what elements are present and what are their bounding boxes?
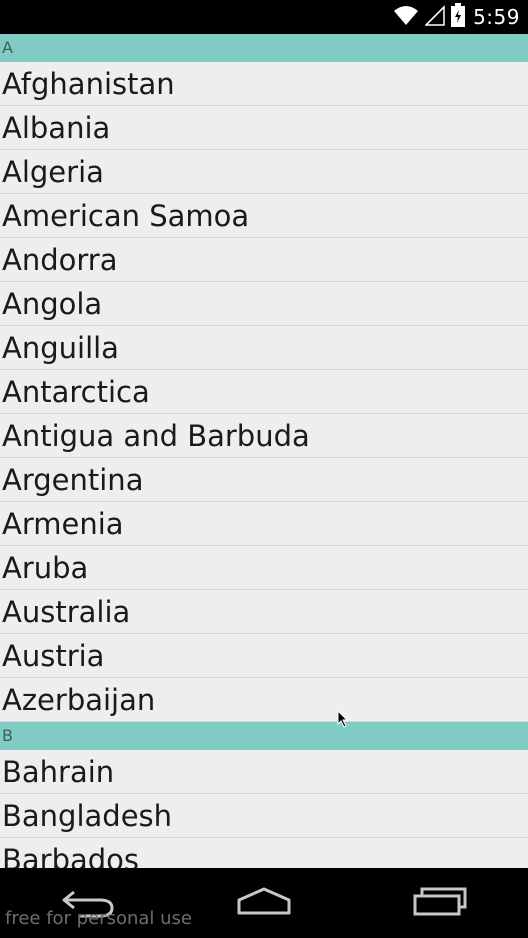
home-button[interactable] — [224, 878, 304, 928]
clock: 5:59 — [473, 5, 520, 29]
list-item[interactable]: Antarctica — [0, 370, 528, 414]
list-item[interactable]: Austria — [0, 634, 528, 678]
home-icon — [236, 886, 292, 920]
list-item[interactable]: Bahrain — [0, 750, 528, 794]
list-item[interactable]: Australia — [0, 590, 528, 634]
list-item[interactable]: Afghanistan — [0, 62, 528, 106]
list-item[interactable]: Albania — [0, 106, 528, 150]
list-item[interactable]: Argentina — [0, 458, 528, 502]
list-item[interactable]: Anguilla — [0, 326, 528, 370]
recents-icon — [412, 886, 468, 920]
recents-button[interactable] — [400, 878, 480, 928]
list-item[interactable]: Antigua and Barbuda — [0, 414, 528, 458]
list-item[interactable]: Barbados — [0, 838, 528, 868]
list-item[interactable]: Bangladesh — [0, 794, 528, 838]
battery-icon — [451, 3, 466, 31]
wifi-icon — [393, 4, 419, 30]
back-icon — [60, 884, 116, 922]
list-item[interactable]: Andorra — [0, 238, 528, 282]
signal-icon — [424, 4, 445, 30]
section-header: A — [0, 34, 528, 62]
list-item[interactable]: Armenia — [0, 502, 528, 546]
back-button[interactable] — [48, 878, 128, 928]
section-header: B — [0, 722, 528, 750]
navigation-bar — [0, 868, 528, 938]
list-item[interactable]: American Samoa — [0, 194, 528, 238]
country-list[interactable]: A Afghanistan Albania Algeria American S… — [0, 34, 528, 868]
list-item[interactable]: Aruba — [0, 546, 528, 590]
mouse-cursor-icon — [337, 709, 349, 732]
list-item[interactable]: Azerbaijan — [0, 678, 528, 722]
list-item[interactable]: Angola — [0, 282, 528, 326]
status-bar: 5:59 — [0, 0, 528, 34]
list-item[interactable]: Algeria — [0, 150, 528, 194]
